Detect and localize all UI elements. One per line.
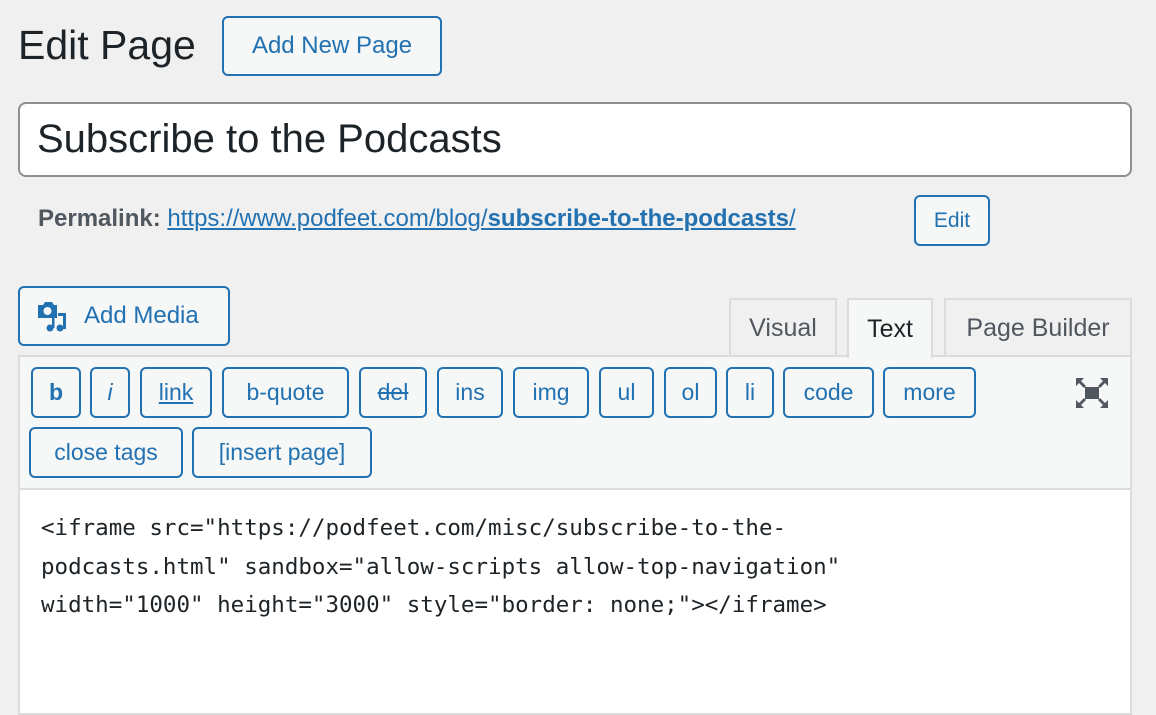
page-title: Edit Page (18, 22, 196, 68)
quicktag-img[interactable]: img (513, 367, 589, 418)
quicktag-del[interactable]: del (359, 367, 427, 418)
permalink-trail: / (788, 205, 796, 232)
permalink: Permalink: https://www.podfeet.com/blog/… (38, 205, 796, 233)
quicktag-close-tags[interactable]: close tags (29, 427, 183, 478)
quicktag-i[interactable]: i (90, 367, 130, 418)
permalink-slug: subscribe-to-the-podcasts (487, 205, 789, 232)
quicktag-ins[interactable]: ins (437, 367, 503, 418)
quicktag-insert-page[interactable]: [insert page] (192, 427, 372, 478)
add-media-label: Add Media (84, 302, 199, 329)
permalink-label: Permalink: (38, 205, 161, 232)
tab-page-builder[interactable]: Page Builder (944, 298, 1132, 356)
quicktag-b-quote[interactable]: b-quote (222, 367, 349, 418)
content-textarea[interactable]: <iframe src="https://podfeet.com/misc/su… (41, 509, 840, 625)
quicktag-link[interactable]: link (140, 367, 212, 418)
permalink-base: https://www.podfeet.com/blog/ (167, 205, 488, 232)
tab-visual[interactable]: Visual (729, 298, 837, 356)
quicktag-more[interactable]: more (883, 367, 976, 418)
quicktag-ul[interactable]: ul (599, 367, 654, 418)
title-input[interactable]: Subscribe to the Podcasts (18, 102, 1132, 177)
editor: b i link b-quote del ins img ul ol li co… (18, 355, 1132, 715)
quicktag-ol[interactable]: ol (664, 367, 717, 418)
quicktag-b[interactable]: b (31, 367, 81, 418)
permalink-link[interactable]: https://www.podfeet.com/blog/subscribe-t… (167, 205, 795, 232)
add-new-page-button[interactable]: Add New Page (222, 16, 442, 76)
expand-icon[interactable] (1075, 377, 1109, 409)
camera-music-icon (38, 302, 66, 332)
quicktag-li[interactable]: li (726, 367, 774, 418)
quicktags-toolbar: b i link b-quote del ins img ul ol li co… (20, 357, 1130, 490)
tab-text[interactable]: Text (847, 298, 933, 358)
permalink-edit-button[interactable]: Edit (914, 195, 990, 246)
quicktag-code[interactable]: code (783, 367, 874, 418)
add-media-button[interactable]: Add Media (18, 286, 230, 346)
